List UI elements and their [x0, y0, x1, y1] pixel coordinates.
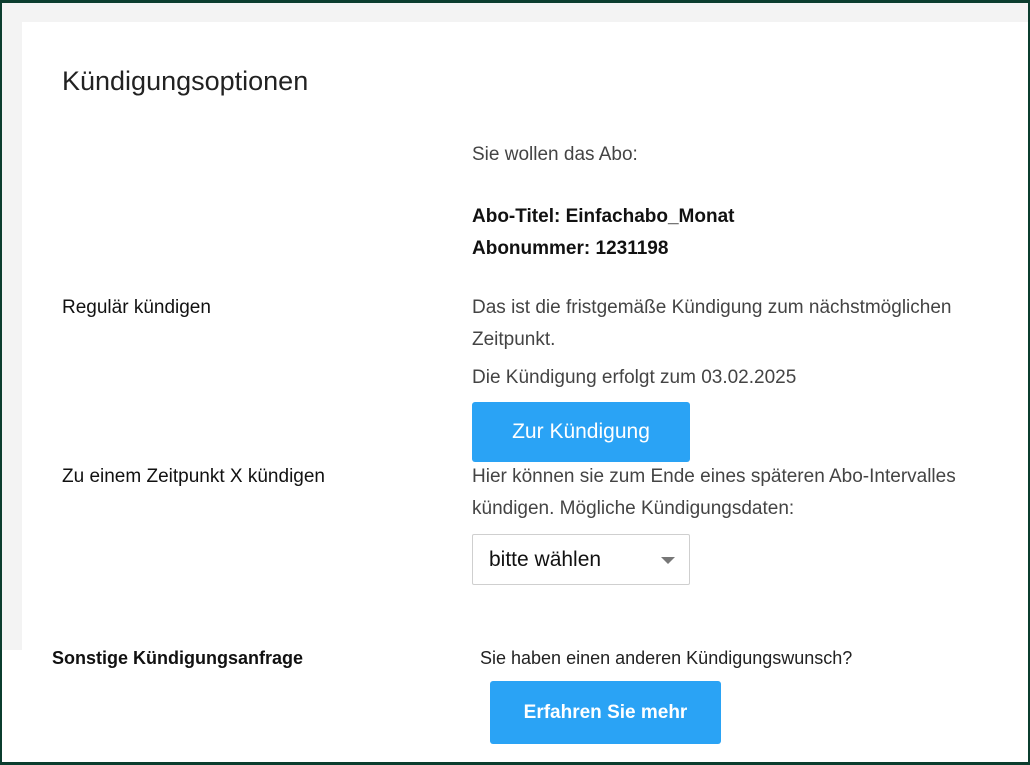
other-request-question: Sie haben einen anderen Kündigungswunsch…: [480, 648, 853, 668]
learn-more-button[interactable]: Erfahren Sie mehr: [490, 681, 721, 744]
other-request-label: Sonstige Kündigungsanfrage: [52, 648, 304, 668]
custom-date-description-line1: Hier können sie zum Ende eines späteren …: [472, 466, 956, 487]
chevron-down-icon: [661, 557, 675, 564]
regular-cancel-label: Regulär kündigen: [62, 297, 211, 318]
subscription-number: Abonummer: 1231198: [472, 238, 669, 259]
subscription-intro: Sie wollen das Abo:: [472, 144, 638, 165]
regular-cancel-button[interactable]: Zur Kündigung: [472, 402, 690, 462]
page-title: Kündigungsoptionen: [62, 66, 309, 96]
cancellation-date-select-value: bitte wählen: [489, 547, 602, 571]
regular-cancel-description-line2: Zeitpunkt.: [472, 329, 556, 350]
custom-date-description-line2: kündigen. Mögliche Kündigungsdaten:: [472, 498, 795, 519]
regular-cancel-date: Die Kündigung erfolgt zum 03.02.2025: [472, 367, 797, 388]
custom-date-label: Zu einem Zeitpunkt X kündigen: [62, 466, 325, 487]
subscription-title: Abo-Titel: Einfachabo_Monat: [472, 206, 735, 227]
cancellation-date-select[interactable]: bitte wählen: [472, 534, 690, 585]
regular-cancel-description-line1: Das ist die fristgemäße Kündigung zum nä…: [472, 297, 952, 318]
